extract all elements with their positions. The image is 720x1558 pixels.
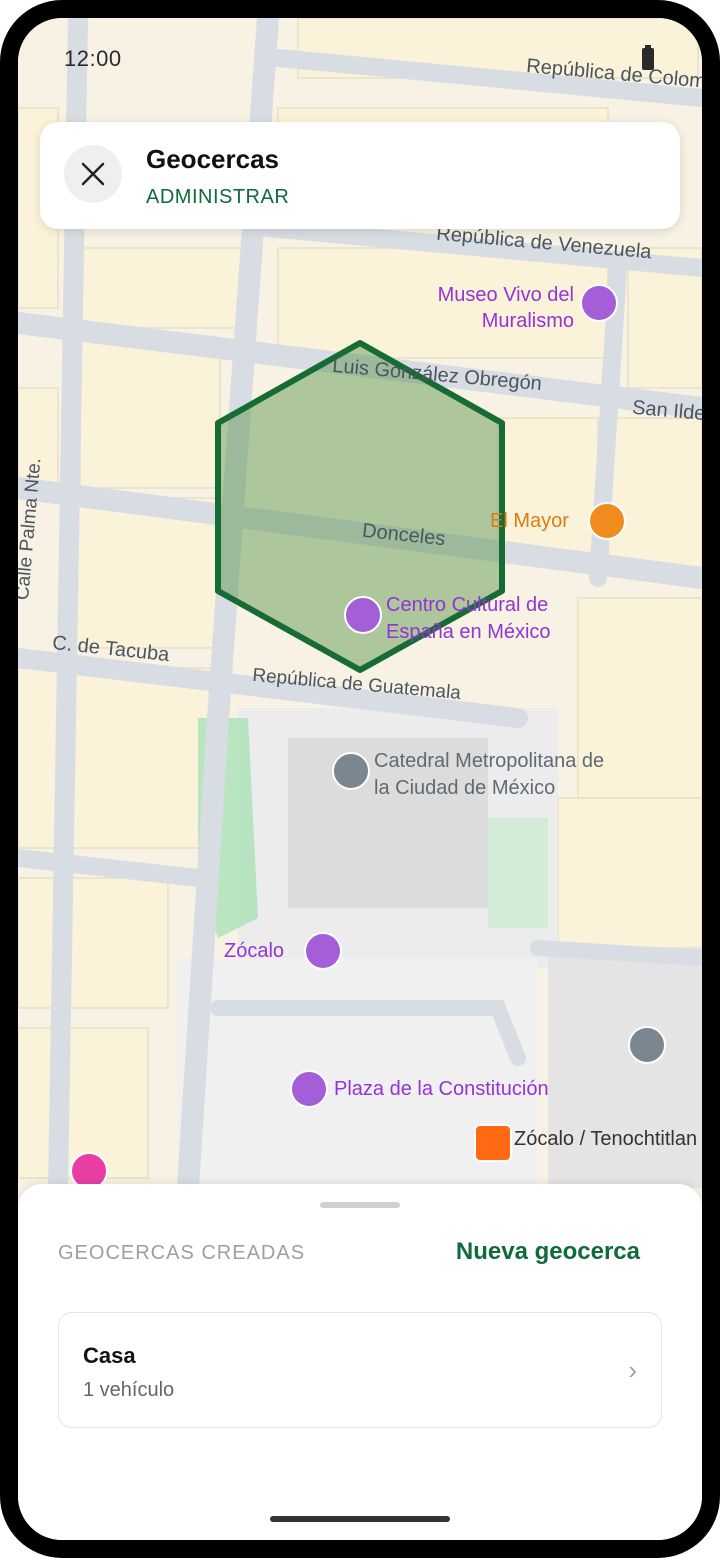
poi-label[interactable]: Museo Vivo del Muralismo bbox=[424, 282, 574, 334]
section-label: GEOCERCAS CREADAS bbox=[58, 1242, 306, 1264]
metro-marker-icon[interactable] bbox=[474, 1124, 512, 1162]
header-card: Geocercas ADMINISTRAR bbox=[40, 122, 680, 229]
close-icon bbox=[81, 162, 105, 186]
poi-label[interactable]: Zócalo bbox=[224, 940, 284, 963]
poi-label[interactable]: Zócalo / Tenochtitlan bbox=[514, 1128, 702, 1151]
home-indicator[interactable] bbox=[270, 1516, 450, 1522]
chevron-right-icon: › bbox=[628, 1355, 637, 1385]
geofence-vehicle-count: 1 vehículo bbox=[83, 1379, 175, 1401]
new-geofence-button[interactable]: Nueva geocerca bbox=[456, 1238, 640, 1266]
restaurant-marker-icon[interactable] bbox=[588, 502, 626, 540]
museum-marker-icon[interactable] bbox=[580, 284, 618, 322]
screen: República de Colombia República de Venez… bbox=[18, 18, 702, 1540]
battery-icon bbox=[642, 45, 654, 70]
poi-label[interactable]: El Mayor bbox=[490, 510, 569, 533]
status-time: 12:00 bbox=[64, 46, 122, 71]
church-marker-icon[interactable] bbox=[332, 752, 370, 790]
page-title: Geocercas bbox=[146, 144, 279, 174]
page-subtitle: ADMINISTRAR bbox=[146, 186, 290, 208]
museum-marker-icon[interactable] bbox=[344, 596, 382, 634]
poi-label[interactable]: Catedral Metropolitana de la Ciudad de M… bbox=[374, 748, 624, 802]
landmark-marker-icon[interactable] bbox=[290, 1070, 328, 1108]
poi-label[interactable]: Centro Cultural de España en México bbox=[386, 592, 586, 646]
poi-label[interactable]: Plaza de la Constitución bbox=[334, 1078, 549, 1101]
sheet-drag-handle[interactable] bbox=[320, 1202, 400, 1208]
attraction-marker-icon[interactable] bbox=[304, 932, 342, 970]
bottom-sheet: GEOCERCAS CREADAS Nueva geocerca Casa 1 … bbox=[18, 1184, 702, 1540]
geofence-list-item[interactable]: Casa 1 vehículo › bbox=[58, 1312, 662, 1428]
government-marker-icon[interactable] bbox=[628, 1026, 666, 1064]
close-button[interactable] bbox=[64, 145, 122, 203]
device-frame: República de Colombia República de Venez… bbox=[0, 0, 720, 1558]
geofence-name: Casa bbox=[83, 1343, 136, 1368]
